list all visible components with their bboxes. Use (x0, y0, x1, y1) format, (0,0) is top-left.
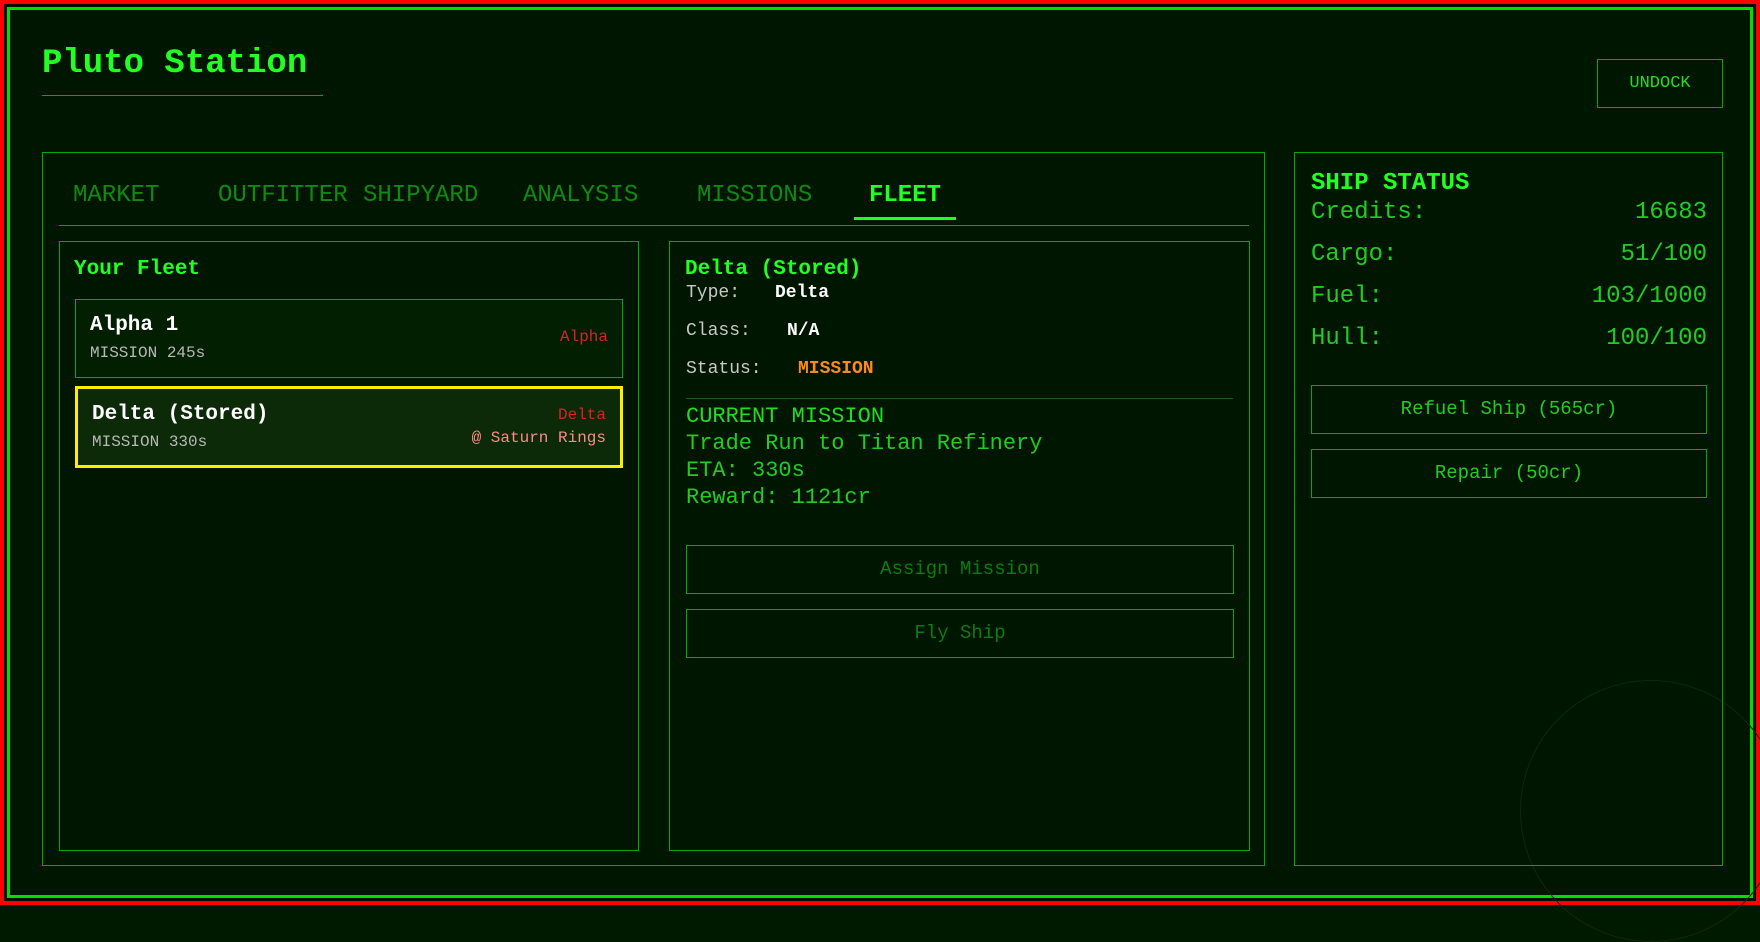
fleet-list-panel: Your Fleet Alpha 1 MISSION 245s Alpha De… (59, 241, 639, 851)
detail-heading: Delta (Stored) (685, 258, 862, 281)
station-title: Pluto Station (42, 40, 323, 96)
tab-analysis[interactable]: ANALYSIS (523, 175, 638, 217)
hull-row: Hull: 100/100 (1311, 325, 1707, 357)
fleet-ship-card-alpha[interactable]: Alpha 1 MISSION 245s Alpha (75, 299, 623, 378)
fuel-value: 103/1000 (1591, 283, 1707, 310)
fleet-ship-card-delta[interactable]: Delta (Stored) MISSION 330s Delta @ Satu… (75, 386, 623, 468)
mission-name: Trade Run to Titan Refinery (686, 431, 1043, 456)
ship-status-heading: SHIP STATUS (1311, 170, 1470, 197)
tab-bar: MARKET OUTFITTER SHIPYARD ANALYSIS MISSI… (59, 153, 1249, 226)
repair-button[interactable]: Repair (50cr) (1311, 449, 1707, 498)
ship-status-panel: SHIP STATUS Credits: 16683 Cargo: 51/100… (1294, 152, 1723, 866)
ship-location: @ Saturn Rings (471, 429, 606, 447)
fly-ship-button[interactable]: Fly Ship (686, 609, 1234, 658)
credits-label: Credits: (1311, 199, 1427, 226)
fleet-heading: Your Fleet (74, 258, 201, 281)
fuel-label: Fuel: (1311, 283, 1384, 310)
tab-fleet[interactable]: FLEET (854, 175, 957, 220)
ship-type: Delta (557, 406, 606, 424)
credits-value: 16683 (1634, 199, 1707, 226)
detail-divider (686, 398, 1233, 399)
tab-outfitter[interactable]: OUTFITTER (218, 175, 348, 217)
refuel-ship-button[interactable]: Refuel Ship (565cr) (1311, 385, 1707, 434)
current-mission-header: CURRENT MISSION (686, 404, 885, 429)
class-label: Class: (686, 321, 751, 341)
tab-missions[interactable]: MISSIONS (697, 175, 812, 217)
mission-eta: ETA: 330s (686, 458, 805, 483)
assign-mission-button[interactable]: Assign Mission (686, 545, 1234, 594)
tab-shipyard[interactable]: SHIPYARD (363, 175, 478, 217)
class-value: N/A (787, 321, 820, 341)
ship-name: Alpha 1 (90, 314, 179, 337)
hull-label: Hull: (1311, 325, 1384, 352)
undock-button[interactable]: UNDOCK (1597, 59, 1723, 108)
ship-mission-status: MISSION 245s (90, 344, 206, 362)
type-label: Type: (686, 283, 741, 303)
cargo-value: 51/100 (1620, 241, 1707, 268)
ship-type: Alpha (559, 328, 608, 346)
cargo-row: Cargo: 51/100 (1311, 241, 1707, 273)
status-label: Status: (686, 359, 762, 379)
ship-mission-status: MISSION 330s (92, 433, 208, 451)
credits-row: Credits: 16683 (1311, 199, 1707, 231)
type-value: Delta (775, 283, 830, 303)
mission-reward: Reward: 1121cr (686, 485, 871, 510)
station-main-panel: MARKET OUTFITTER SHIPYARD ANALYSIS MISSI… (42, 152, 1265, 866)
fuel-row: Fuel: 103/1000 (1311, 283, 1707, 315)
tab-market[interactable]: MARKET (73, 175, 159, 217)
cargo-label: Cargo: (1311, 241, 1398, 268)
status-value: MISSION (798, 359, 874, 379)
hull-value: 100/100 (1606, 325, 1707, 352)
ship-detail-panel: Delta (Stored) Type: Delta Class: N/A St… (669, 241, 1250, 851)
ship-name: Delta (Stored) (92, 403, 269, 426)
